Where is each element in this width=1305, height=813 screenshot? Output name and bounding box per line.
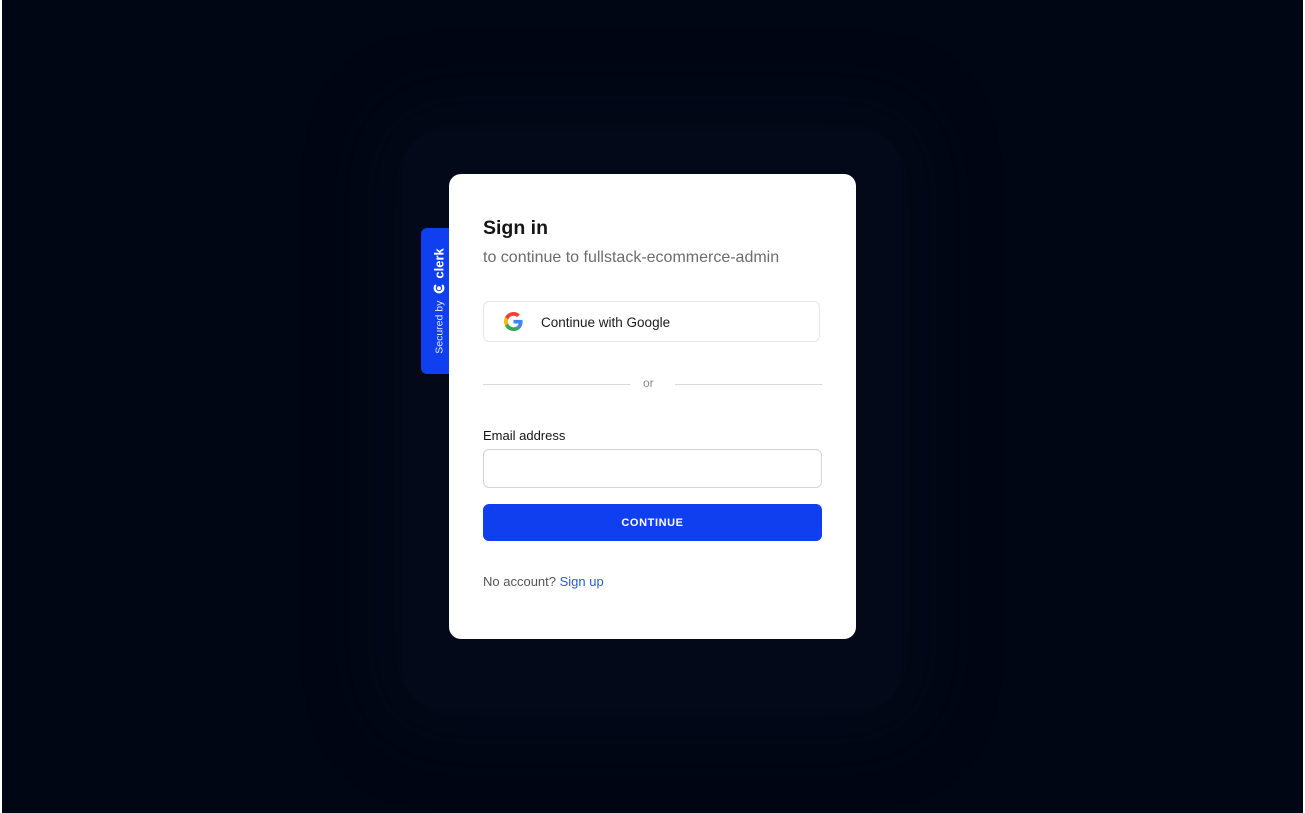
no-account-text: No account? [483, 574, 556, 589]
page-edge-left [0, 0, 2, 813]
page-title: Sign in [483, 217, 548, 239]
google-icon [504, 312, 523, 331]
page-subtitle: to continue to fullstack-ecommerce-admin [483, 249, 780, 266]
email-label: Email address [483, 428, 566, 443]
continue-button[interactable]: CONTINUE [483, 504, 822, 541]
email-field[interactable] [483, 449, 822, 488]
signup-prompt: No account? Sign up [483, 574, 604, 589]
clerk-brand-text: clerk [431, 248, 447, 279]
divider-or: or [643, 376, 654, 390]
divider-line-left [483, 384, 630, 385]
sign-in-card: Sign in to continue to fullstack-ecommer… [449, 174, 856, 639]
clerk-logo-icon [433, 284, 445, 294]
google-button-label: Continue with Google [541, 315, 671, 330]
clerk-logo: clerk [432, 248, 447, 294]
divider-line-right [675, 384, 822, 385]
sign-up-link[interactable]: Sign up [560, 574, 604, 589]
secured-by-text: Secured by [433, 300, 445, 354]
badge-content: Secured by clerk [432, 248, 447, 354]
continue-with-google-button[interactable]: Continue with Google [483, 301, 820, 342]
